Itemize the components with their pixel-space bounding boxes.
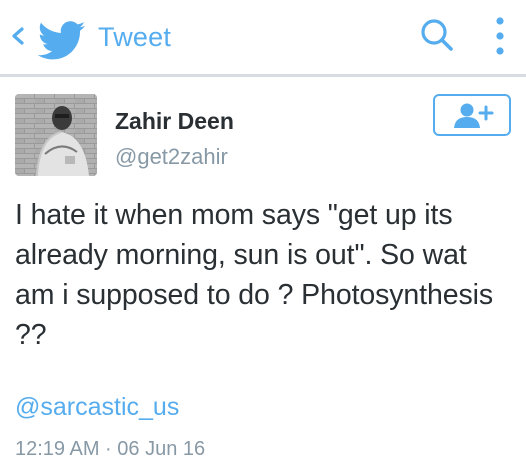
avatar-photo bbox=[15, 94, 97, 176]
tweet-text: I hate it when mom says "get up its alre… bbox=[15, 199, 494, 351]
chevron-left-icon bbox=[12, 27, 24, 45]
search-button[interactable] bbox=[418, 16, 458, 56]
back-button[interactable] bbox=[0, 12, 96, 60]
twitter-bird-icon bbox=[38, 21, 86, 60]
more-options-button[interactable] bbox=[486, 14, 514, 58]
tweet-timestamp: 12:19 AM · 06 Jun 16 bbox=[15, 438, 206, 460]
top-bar: Tweet bbox=[0, 0, 526, 74]
more-vertical-icon bbox=[496, 17, 504, 55]
page-title: Tweet bbox=[98, 22, 172, 52]
author-handle[interactable]: @get2zahir bbox=[115, 144, 228, 170]
search-icon bbox=[421, 19, 453, 51]
follow-button[interactable] bbox=[433, 94, 511, 136]
mention-link[interactable]: @sarcastic_us bbox=[15, 393, 179, 422]
header-divider bbox=[0, 74, 526, 77]
author-name[interactable]: Zahir Deen bbox=[115, 108, 234, 135]
follow-user-icon bbox=[454, 103, 494, 128]
avatar[interactable] bbox=[15, 94, 97, 176]
